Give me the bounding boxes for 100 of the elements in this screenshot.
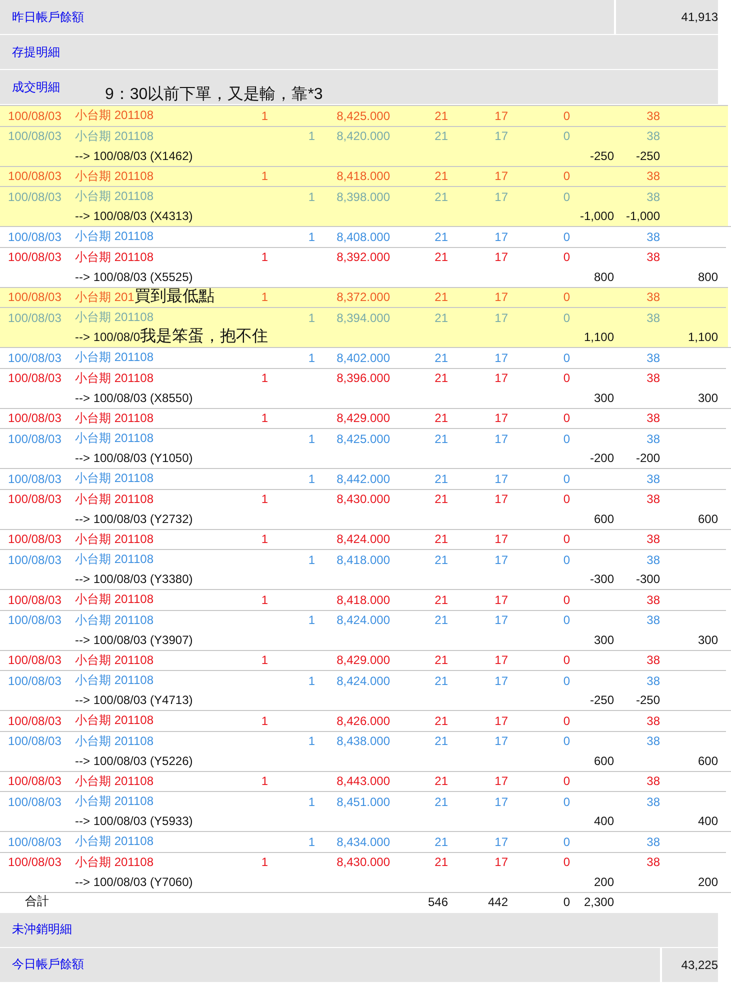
table-cell-text: 17 [494,472,508,486]
section-link[interactable]: 昨日帳戶餘額 [0,8,84,26]
table-cell-text: 17 [494,552,508,567]
table-cell-text: 1 [260,855,268,870]
table-cell: --> 100/08/03 (Y7060) [75,874,193,889]
table-cell-text: 8,424.000 [336,613,390,628]
table-cell-text: 38 [646,190,660,204]
table-cell-text: 8,392.000 [336,250,390,264]
table-cell-text: 38 [646,532,660,546]
table-cell-text: 100/08/03 [8,552,62,567]
table-cell-text: 38 [646,371,660,386]
table-cell-text: 1 [307,230,315,244]
table-cell: 小台期 201108 [75,612,154,627]
table-cell-text: 21 [434,310,448,325]
table-cell-text: 8,420.000 [336,129,390,144]
table-cell: 小台期 201108 [75,128,154,143]
table-cell-text: -250 [634,148,660,163]
table-cell-text: 17 [494,290,508,304]
table-cell-text: 8,424.000 [336,532,390,546]
table-cell-text: 100/08/03 [8,714,62,728]
table-cell-text: 17 [494,108,508,123]
table-cell-text: 8,418.000 [336,169,390,184]
table-cell-text: 17 [494,250,508,264]
table-cell-text: 17 [494,190,508,204]
table-cell-text: 8,408.000 [336,230,390,244]
table-cell-text: 17 [494,432,508,446]
table-cell: --> 100/08/03 (Y3907) [75,632,193,647]
table-cell-text: 1 [260,250,268,264]
table-cell: 小台期 201108 [75,774,154,788]
table-cell-text: 21 [434,250,448,264]
table-cell: --> 100/08/03 (X4313) [75,209,193,224]
table-cell-text: 600 [696,512,718,526]
table-cell: 小台期 201108 [75,189,154,204]
section-link[interactable]: 今日帳戶餘額 [0,956,84,973]
table-cell: 小台期 201108 [75,370,154,385]
table-cell-text: 21 [434,472,448,486]
table-cell-text: 100/08/03 [8,653,62,668]
table-cell-text: 0 [562,592,570,607]
table-cell-text: 21 [434,350,448,365]
section-link[interactable]: 未沖銷明細 [0,921,72,938]
table-cell-text: 21 [434,230,448,244]
table-cell-text: 600 [592,754,614,768]
table-cell-text: 38 [646,250,660,264]
table-cell-text: 0 [562,310,570,325]
table-cell-text: 17 [494,674,508,688]
table-cell-text: 0 [562,492,570,506]
table-cell-text: 21 [434,794,448,809]
table-cell-text: 800 [592,270,614,284]
balance-value: 43,225 [660,948,718,982]
table-cell-text: 17 [494,492,508,506]
table-cell-text: 1,100 [686,330,718,344]
table-cell-text: 17 [494,411,508,426]
table-cell-text: 300 [696,390,718,405]
table-cell-text: 0 [562,794,570,809]
table-cell-text: 1,100 [582,330,614,344]
table-cell-text: -250 [588,693,614,708]
table-cell-text: 21 [434,411,448,426]
table-cell-text: 1 [307,432,315,446]
table-cell: 小台期 201108 [75,713,154,728]
table-cell-text: 21 [434,674,448,688]
table-cell-text: 0 [562,714,570,728]
table-cell: 小台期 201108 [75,592,154,606]
table-cell-text: 17 [494,794,508,809]
table-cell-text: 0 [562,653,570,668]
table-cell: 小台期 201108 [75,834,154,848]
table-cell-text: 546 [426,894,448,908]
table-cell-text: 17 [494,653,508,668]
section-link[interactable]: 成交明細 [0,78,60,96]
table-cell-text: 38 [646,350,660,365]
table-cell-text: 100/08/03 [8,108,62,123]
table-cell-text: 17 [494,714,508,728]
table-cell-text: 1 [307,794,315,809]
table-cell-text: 8,443.000 [336,774,390,788]
table-cell-text: 1 [307,310,315,325]
table-cell-text: 1 [307,734,315,748]
table-cell-text: 38 [646,855,660,870]
table-cell-text: 100/08/03 [8,432,62,446]
table-cell: 小台期 201108 [75,552,154,566]
table-cell-text: 300 [592,632,614,647]
table-cell-text: 17 [494,169,508,184]
table-cell-text: 8,418.000 [336,552,390,567]
table-cell: 小台期 201108 [75,250,154,264]
table-cell: 小台期 201108 [75,168,154,183]
table-cell-text: 1 [260,169,268,184]
table-cell-text: 8,425.000 [336,432,390,446]
table-cell-text: 1 [260,653,268,668]
table-cell-text: 100/08/03 [8,674,62,688]
table-cell: 小台期 201108 [75,229,154,244]
table-cell-text: 38 [646,592,660,607]
table-cell-text: 100/08/03 [8,411,62,426]
table-cell: --> 100/08/03 (X5525) [75,270,193,284]
section-link[interactable]: 存提明細 [0,44,60,60]
table-cell-text: 0 [562,774,570,788]
table-cell-text: 21 [434,613,448,628]
table-cell-text: 1 [260,492,268,506]
table-cell-text: 38 [646,169,660,184]
table-cell-text: -200 [634,451,660,466]
table-cell-text: 0 [562,855,570,870]
table-cell-text: 38 [646,774,660,788]
table-cell-text: -300 [634,572,660,586]
